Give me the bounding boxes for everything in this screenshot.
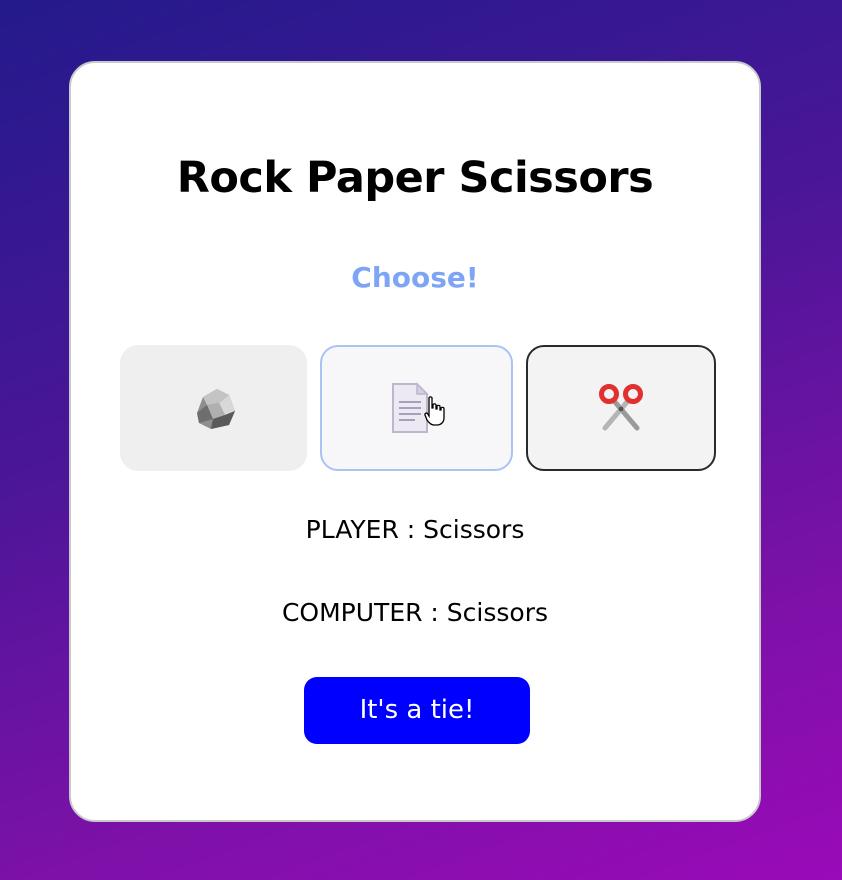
player-choice-text: PLAYER : Scissors [305,515,525,544]
page-title: Rock Paper Scissors [176,153,654,203]
choose-prompt: Choose! [351,261,479,294]
rock-icon [196,389,235,429]
scissors-icon [599,384,643,431]
paper-choice-button[interactable] [320,345,513,471]
scissors-choice-button[interactable] [526,345,716,471]
rock-choice-button[interactable] [120,345,307,471]
paper-icon [391,382,445,433]
result-button[interactable]: It's a tie! [304,677,530,744]
computer-choice-text: COMPUTER : Scissors [281,598,549,627]
game-card: Rock Paper Scissors Choose! PLAYER: Sci… [69,61,761,822]
